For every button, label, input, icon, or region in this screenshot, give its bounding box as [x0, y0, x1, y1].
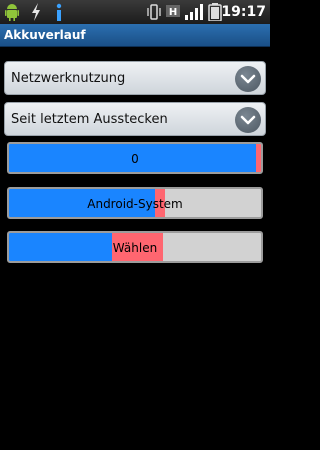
- h-network-icon: H: [166, 5, 180, 18]
- usage-type-label: Netzwerknutzung: [11, 71, 126, 86]
- usage-bar-label: 0: [131, 152, 139, 166]
- status-time: 19:17: [221, 4, 266, 20]
- info-icon: [56, 3, 62, 21]
- usage-bar-row[interactable]: Android-System: [7, 187, 263, 219]
- usage-bar-row[interactable]: 0: [7, 142, 263, 174]
- page-title: Akkuverlauf: [4, 28, 86, 42]
- time-range-label: Seit letztem Ausstecken: [11, 112, 168, 127]
- chevron-down-icon[interactable]: [235, 66, 261, 92]
- signal-icon: [185, 4, 203, 20]
- battery-icon: [208, 3, 222, 21]
- time-range-dropdown[interactable]: Seit letztem Ausstecken: [4, 102, 266, 136]
- title-bar: Akkuverlauf: [0, 24, 270, 47]
- chevron-down-icon[interactable]: [235, 107, 261, 133]
- status-bar: H 19:17: [0, 0, 270, 24]
- vibrate-icon: [147, 4, 161, 20]
- svg-text:H: H: [169, 7, 177, 18]
- usb-icon: [32, 3, 40, 21]
- usage-bar-row[interactable]: Wählen: [7, 231, 263, 263]
- usage-bar-label: Wählen: [112, 241, 158, 255]
- android-icon: [5, 4, 19, 21]
- usage-bar-label: Android-System: [87, 197, 183, 211]
- usage-type-dropdown[interactable]: Netzwerknutzung: [4, 61, 266, 95]
